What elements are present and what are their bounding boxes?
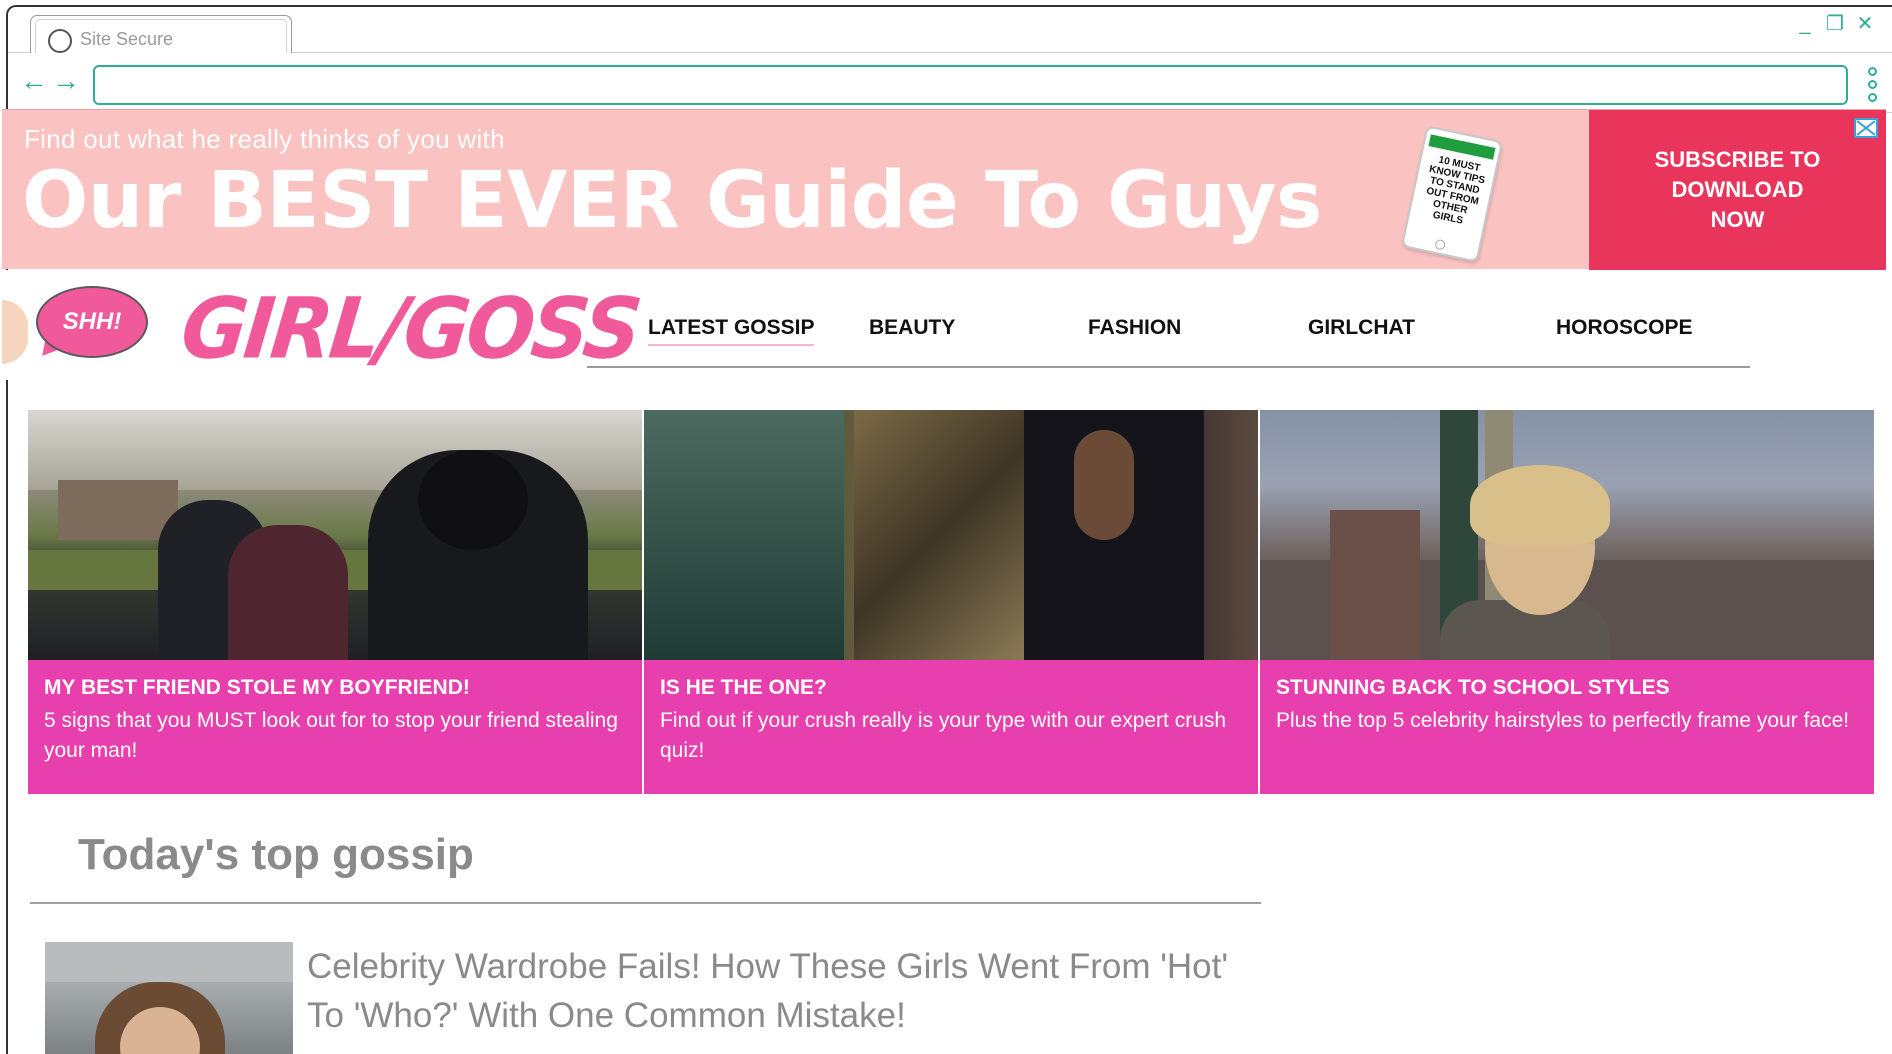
menu-dot: [1868, 67, 1877, 76]
banner-title: Our BEST EVER Guide To Guys: [22, 156, 1322, 246]
globe-icon: [48, 29, 72, 53]
hero-caption: MY BEST FRIEND STOLE MY BOYFRIEND! 5 sig…: [28, 660, 642, 794]
hero-caption: STUNNING BACK TO SCHOOL STYLES Plus the …: [1260, 660, 1874, 794]
phone-illustration: 10 MUST KNOW TIPS TO STAND OUT FROM OTHE…: [1400, 125, 1504, 263]
hero-card[interactable]: IS HE THE ONE? Find out if your crush re…: [644, 410, 1258, 794]
main-navigation: LATEST GOSSIP BEAUTY FASHION GIRLCHAT HO…: [587, 270, 1750, 368]
minimize-icon[interactable]: _: [1796, 13, 1814, 35]
section-divider: [30, 902, 1261, 904]
site-header: SHH! GIRL/GOSS LATEST GOSSIP BEAUTY FASH…: [2, 270, 1886, 380]
nav-latest-gossip[interactable]: LATEST GOSSIP: [648, 316, 815, 346]
phone-home-button: [1434, 238, 1447, 251]
close-icon[interactable]: ✕: [1856, 13, 1874, 35]
forward-arrow-icon[interactable]: →: [52, 65, 80, 97]
browser-tab[interactable]: Site Secure: [30, 15, 292, 53]
hero-photo-friends: [28, 410, 642, 670]
menu-dot: [1868, 93, 1877, 102]
menu-dot: [1868, 80, 1877, 89]
tab-inner: Site Secure: [35, 19, 287, 53]
hero-cards: MY BEST FRIEND STOLE MY BOYFRIEND! 5 sig…: [28, 410, 1874, 794]
nav-horoscope[interactable]: HOROSCOPE: [1556, 316, 1693, 340]
navigation-arrows: ← →: [20, 65, 80, 97]
hero-text: Plus the top 5 celebrity hairstyles to p…: [1276, 709, 1850, 732]
hero-photo-couple: [644, 410, 1258, 660]
hero-card[interactable]: STUNNING BACK TO SCHOOL STYLES Plus the …: [1260, 410, 1874, 794]
ad-close-icon[interactable]: [1854, 118, 1878, 138]
nav-girlchat[interactable]: GIRLCHAT: [1308, 316, 1415, 340]
restore-icon[interactable]: ❐: [1826, 13, 1844, 35]
url-input[interactable]: [93, 65, 1848, 105]
hero-title: IS HE THE ONE?: [660, 676, 827, 699]
hero-text: Find out if your crush really is your ty…: [660, 709, 1227, 762]
shh-speech-bubble: SHH!: [36, 286, 148, 358]
phone-screen-text: 10 MUST KNOW TIPS TO STAND OUT FROM OTHE…: [1425, 154, 1486, 227]
subscribe-button[interactable]: SUBSCRIBE TO DOWNLOAD NOW: [1589, 110, 1886, 270]
face-illustration: [2, 300, 28, 364]
hero-title: STUNNING BACK TO SCHOOL STYLES: [1276, 676, 1670, 699]
banner-kicker: Find out what he really thinks of you wi…: [24, 124, 505, 154]
site-logo[interactable]: GIRL/GOSS: [177, 280, 644, 378]
shh-text: SHH!: [62, 308, 122, 335]
address-bar: ← →: [8, 53, 1892, 113]
hero-caption: IS HE THE ONE? Find out if your crush re…: [644, 660, 1258, 794]
window-controls: _ ❐ ✕: [1796, 13, 1874, 35]
tab-title: Site Secure: [80, 29, 174, 49]
ad-banner[interactable]: Find out what he really thinks of you wi…: [2, 109, 1886, 270]
story-thumbnail: [45, 942, 293, 1054]
nav-fashion[interactable]: FASHION: [1088, 316, 1181, 340]
hero-photo-curly-hair: [1260, 410, 1874, 660]
hero-title: MY BEST FRIEND STOLE MY BOYFRIEND!: [44, 676, 470, 699]
tab-bar: Site Secure _ ❐ ✕: [8, 7, 1892, 53]
hero-text: 5 signs that you MUST look out for to st…: [44, 709, 618, 762]
section-heading: Today's top gossip: [78, 830, 474, 879]
hero-card[interactable]: MY BEST FRIEND STOLE MY BOYFRIEND! 5 sig…: [28, 410, 642, 794]
story-headline[interactable]: Celebrity Wardrobe Fails! How These Girl…: [307, 942, 1267, 1040]
story-item[interactable]: Celebrity Wardrobe Fails! How These Girl…: [45, 942, 1265, 1054]
nav-beauty[interactable]: BEAUTY: [869, 316, 955, 340]
back-arrow-icon[interactable]: ←: [20, 65, 48, 97]
menu-kebab-icon[interactable]: [1868, 67, 1880, 102]
